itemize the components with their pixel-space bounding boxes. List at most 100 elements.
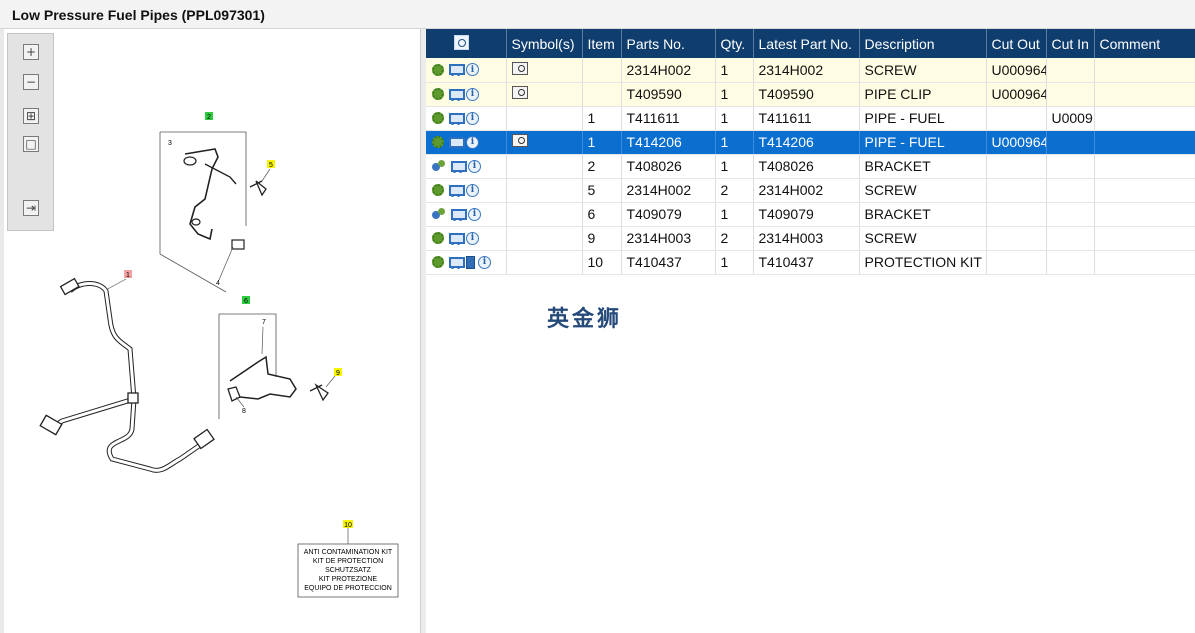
book-icon[interactable] [466, 255, 475, 269]
gear-icon[interactable] [432, 256, 444, 268]
header-item[interactable]: Item [582, 29, 622, 58]
cell-description: PIPE - FUEL [859, 106, 987, 131]
table-row[interactable]: i 2314H002 1 2314H002 SCREW U000964 [426, 58, 1195, 83]
table-row[interactable]: i 2 T408026 1 T408026 BRACKET [426, 154, 1195, 179]
cart-icon[interactable] [447, 256, 465, 269]
window-title: Low Pressure Fuel Pipes (PPL097301) [12, 7, 265, 23]
callout-4: 4 [216, 280, 220, 287]
row-symbols [506, 82, 583, 107]
cart-icon[interactable] [447, 184, 465, 197]
cell-description: PIPE - FUEL [859, 130, 987, 155]
cell-cut-out [986, 226, 1047, 251]
cell-cut-out [986, 154, 1047, 179]
kit-label-line1: ANTI CONTAMINATION KIT [304, 549, 393, 556]
header-comment[interactable]: Comment [1094, 29, 1195, 58]
gear-icon[interactable] [432, 184, 444, 196]
cell-qty: 1 [715, 250, 754, 275]
cell-cut-in [1046, 178, 1095, 203]
cell-comment [1094, 178, 1195, 203]
callout-3: 3 [168, 140, 172, 147]
cell-parts-no: T408026 [621, 154, 716, 179]
cell-cut-out: U000964 [986, 58, 1047, 83]
info-icon[interactable]: i [468, 207, 481, 221]
cell-cut-in [1046, 250, 1095, 275]
callout-7: 7 [262, 319, 266, 326]
cell-item: 2 [582, 154, 622, 179]
cell-comment [1094, 250, 1195, 275]
table-row[interactable]: i 5 2314H002 2 2314H002 SCREW [426, 178, 1195, 203]
cell-parts-no: 2314H002 [621, 178, 716, 203]
row-symbols [506, 226, 583, 251]
cell-parts-no: T410437 [621, 250, 716, 275]
cell-item: 1 [582, 106, 622, 131]
info-icon[interactable]: i [478, 255, 491, 269]
info-icon[interactable]: i [466, 87, 479, 101]
cell-parts-no: 2314H003 [621, 226, 716, 251]
find-symbol-icon[interactable] [511, 61, 528, 75]
cell-description: PIPE CLIP [859, 82, 987, 107]
cart-icon[interactable] [447, 63, 465, 77]
cell-description: PROTECTION KIT [859, 250, 987, 275]
cell-cut-in [1046, 226, 1095, 251]
cart-icon[interactable] [447, 88, 465, 101]
table-row-selected[interactable]: i 1 T414206 1 T414206 PIPE - FUEL U00096… [426, 130, 1195, 155]
cell-item: 9 [582, 226, 622, 251]
table-row[interactable]: i 10 T410437 1 T410437 PROTECTION KIT [426, 250, 1195, 275]
cart-icon[interactable] [447, 112, 465, 125]
header-symbols[interactable]: Symbol(s) [506, 29, 583, 58]
cell-cut-out [986, 178, 1047, 203]
cell-description: SCREW [859, 178, 987, 203]
diagram-pane[interactable]: + − ⊞ □ ⇥ 2 3 4 5 1 6 7 8 9 10 ANTI CONT… [0, 29, 421, 633]
header-cut-in[interactable]: Cut In [1046, 29, 1095, 58]
cart-icon[interactable] [449, 208, 467, 221]
info-icon[interactable]: i [466, 231, 479, 245]
header-parts-no[interactable]: Parts No. [621, 29, 716, 58]
gears-icon[interactable] [432, 208, 446, 220]
cell-comment [1094, 58, 1195, 83]
table-row[interactable]: i 6 T409079 1 T409079 BRACKET [426, 202, 1195, 227]
kit-label-line4: KIT PROTEZIONE [319, 576, 378, 583]
header-find[interactable] [426, 29, 507, 58]
header-description[interactable]: Description [859, 29, 987, 58]
cell-latest-part-no: T408026 [753, 154, 860, 179]
table-header-row: Symbol(s) Item Parts No. Qty. Latest Par… [426, 29, 1195, 58]
info-icon[interactable]: i [466, 183, 479, 197]
find-symbol-icon[interactable] [511, 86, 528, 99]
gear-icon[interactable] [432, 88, 444, 100]
info-icon[interactable]: i [468, 159, 481, 173]
info-icon[interactable]: i [466, 63, 479, 77]
header-qty[interactable]: Qty. [715, 29, 754, 58]
find-in-diagram-icon [454, 34, 469, 50]
cell-latest-part-no: T409079 [753, 202, 860, 227]
cell-cut-out [986, 202, 1047, 227]
cell-cut-out: U000964 [986, 82, 1047, 107]
find-symbol-icon[interactable] [511, 134, 528, 147]
callout-9: 9 [336, 370, 340, 377]
table-row[interactable]: i 9 2314H003 2 2314H003 SCREW [426, 226, 1195, 251]
header-latest-part-no[interactable]: Latest Part No. [753, 29, 860, 58]
table-row[interactable]: i 1 T411611 1 T411611 PIPE - FUEL U0009 [426, 106, 1195, 131]
table-row[interactable]: i T409590 1 T409590 PIPE CLIP U000964 [426, 82, 1195, 107]
gears-icon[interactable] [432, 160, 446, 172]
gear-icon[interactable] [432, 232, 444, 244]
cell-description: BRACKET [859, 202, 987, 227]
cell-latest-part-no: 2314H002 [753, 58, 860, 83]
gear-icon[interactable] [432, 112, 444, 124]
cell-cut-in [1046, 130, 1095, 155]
header-cut-out[interactable]: Cut Out [986, 29, 1047, 58]
cart-icon[interactable] [447, 136, 465, 149]
info-icon[interactable]: i [466, 111, 479, 125]
watermark-text: 英金狮 [547, 307, 623, 332]
cell-parts-no: 2314H002 [621, 58, 716, 83]
cell-description: SCREW [859, 58, 987, 83]
cell-parts-no: T414206 [621, 130, 716, 155]
info-icon[interactable]: i [466, 135, 479, 149]
cell-item [582, 82, 622, 107]
cell-qty: 1 [715, 58, 754, 83]
cart-icon[interactable] [449, 160, 467, 173]
gear-icon[interactable] [432, 136, 444, 148]
gear-icon[interactable] [432, 63, 444, 76]
kit-label-line3: SCHUTZSATZ [325, 567, 371, 574]
cart-icon[interactable] [447, 232, 465, 245]
parts-table-pane: Symbol(s) Item Parts No. Qty. Latest Par… [426, 29, 1195, 633]
